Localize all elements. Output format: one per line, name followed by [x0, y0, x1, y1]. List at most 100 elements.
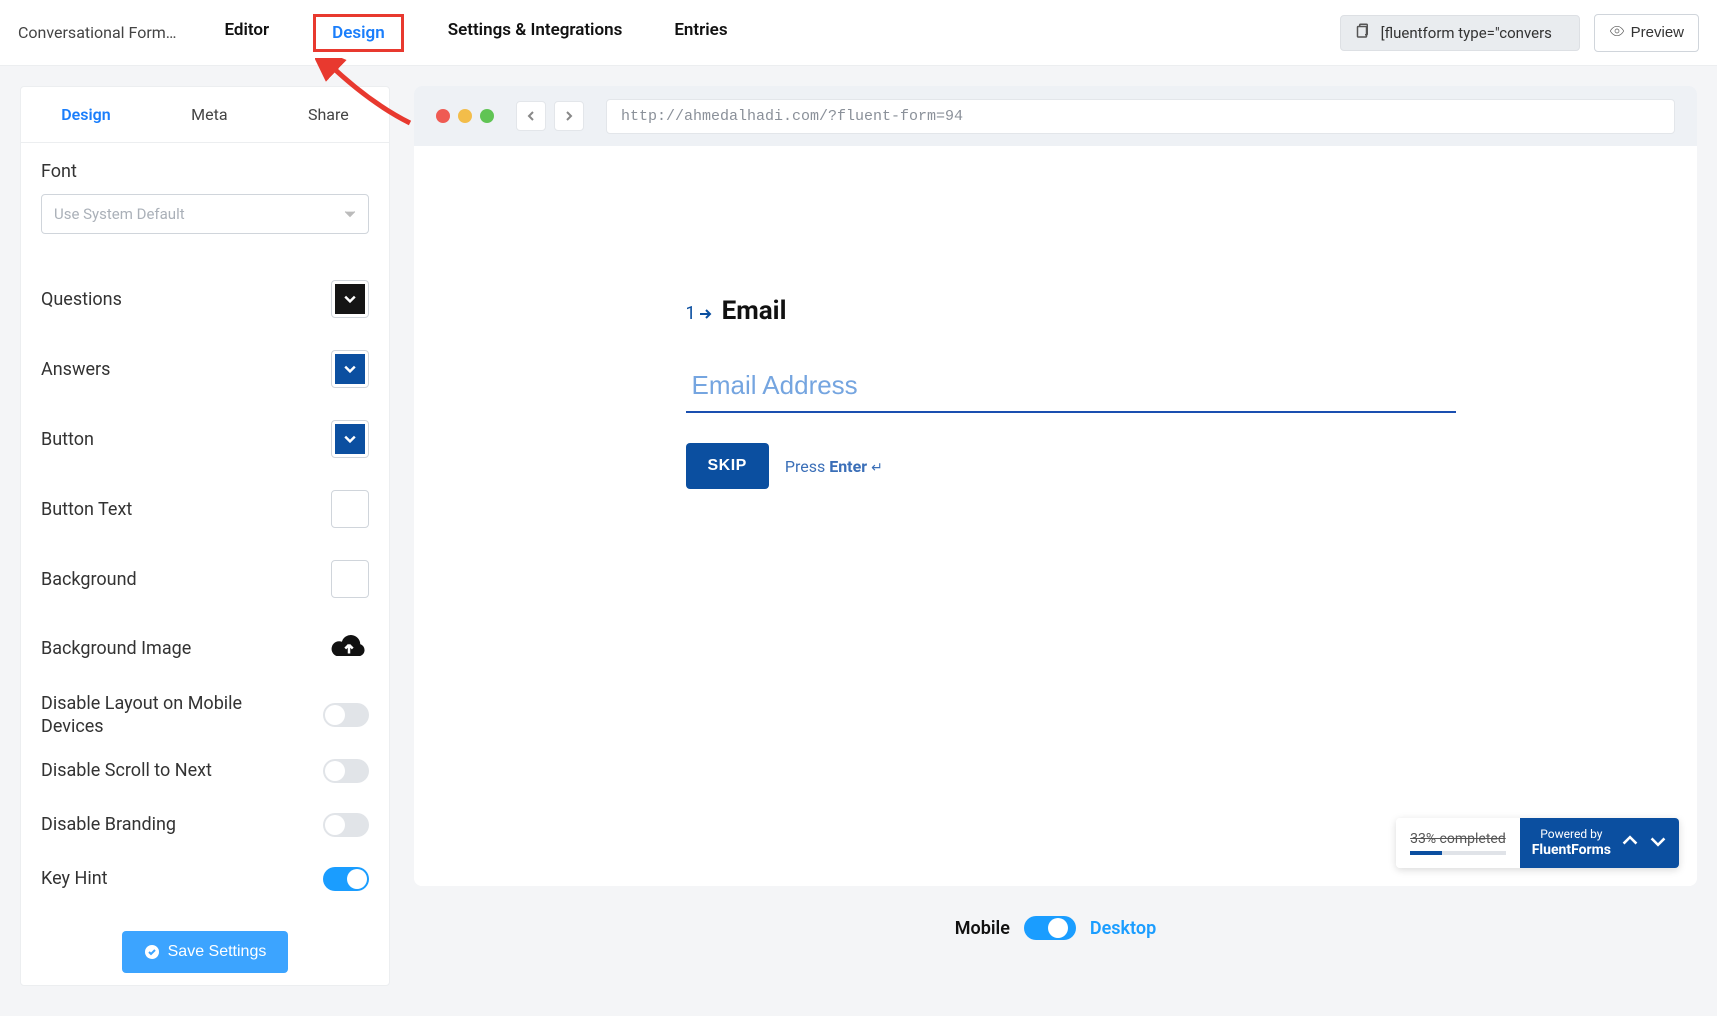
- question-number: 1: [686, 303, 712, 324]
- chevron-right-icon: [564, 111, 574, 121]
- chevron-down-icon: [1649, 832, 1667, 850]
- row-disable-branding: Disable Branding: [41, 793, 369, 847]
- swatch-questions[interactable]: [331, 280, 369, 318]
- minimize-icon: [458, 109, 472, 123]
- row-disable-scroll: Disable Scroll to Next: [41, 749, 369, 793]
- font-select[interactable]: Use System Default: [41, 194, 369, 234]
- toggle-disable-branding[interactable]: [323, 813, 369, 837]
- label-key-hint: Key Hint: [41, 868, 108, 889]
- prev-question-button[interactable]: [1621, 832, 1639, 854]
- sidebar-body: Font Use System Default Questions Answer…: [21, 143, 389, 985]
- chevron-down-icon: [344, 363, 356, 375]
- enter-label: Enter: [829, 457, 867, 476]
- copy-icon: [1353, 22, 1371, 44]
- chevron-down-icon: [344, 208, 356, 220]
- toggle-disable-scroll[interactable]: [323, 759, 369, 783]
- form-title: Conversational Form…: [18, 23, 177, 42]
- maximize-icon: [480, 109, 494, 123]
- email-field[interactable]: [686, 358, 1456, 413]
- arrow-right-icon: [698, 307, 712, 321]
- save-settings-button[interactable]: Save Settings: [122, 931, 289, 973]
- label-disable-scroll: Disable Scroll to Next: [41, 760, 212, 781]
- toggle-disable-mobile[interactable]: [323, 703, 369, 727]
- traffic-lights: [436, 109, 494, 123]
- progress-text: 33% completed: [1410, 831, 1506, 847]
- preview-button[interactable]: Preview: [1594, 14, 1699, 52]
- shortcode-text: [fluentform type="convers: [1381, 24, 1552, 42]
- enter-icon: ↵: [871, 460, 883, 476]
- chevron-left-icon: [526, 111, 536, 121]
- row-bg-image: Background Image: [41, 614, 369, 682]
- powered-small: Powered by: [1540, 827, 1602, 841]
- form-preview: 1 Email SKIP Press Enter↵: [414, 146, 1697, 886]
- check-circle-icon: [144, 944, 160, 960]
- font-select-value: Use System Default: [54, 205, 185, 223]
- sidetab-share[interactable]: Share: [308, 105, 349, 124]
- action-row: SKIP Press Enter↵: [686, 443, 1456, 489]
- address-bar[interactable]: http://ahmedalhadi.com/?fluent-form=94: [606, 99, 1675, 134]
- cloud-upload-icon: [329, 630, 369, 662]
- skip-button[interactable]: SKIP: [686, 443, 769, 489]
- label-disable-branding: Disable Branding: [41, 814, 176, 835]
- device-desktop-label: Desktop: [1090, 918, 1156, 939]
- powered-brand: FluentForms: [1532, 842, 1611, 859]
- topbar-right: [fluentform type="convers Preview: [1340, 14, 1699, 52]
- progress-bar-fill: [1410, 851, 1442, 855]
- swatch-background[interactable]: [331, 560, 369, 598]
- nav-back-button[interactable]: [516, 101, 546, 131]
- row-questions: Questions: [41, 264, 369, 334]
- row-disable-mobile: Disable Layout on Mobile Devices: [41, 682, 369, 749]
- toggle-key-hint[interactable]: [323, 867, 369, 891]
- powered-by: Powered by FluentForms: [1532, 827, 1611, 858]
- nav-forward-button[interactable]: [554, 101, 584, 131]
- label-disable-mobile: Disable Layout on Mobile Devices: [41, 692, 261, 739]
- label-button-text: Button Text: [41, 499, 132, 520]
- tab-entries[interactable]: Entries: [666, 14, 735, 52]
- topbar: Conversational Form… Editor Design Setti…: [0, 0, 1717, 66]
- progress-nav: Powered by FluentForms: [1520, 818, 1679, 868]
- row-button-text: Button Text: [41, 474, 369, 544]
- row-key-hint: Key Hint: [41, 847, 369, 901]
- design-sidebar: Design Meta Share Font Use System Defaul…: [20, 86, 390, 986]
- label-button: Button: [41, 429, 94, 450]
- question-number-value: 1: [686, 303, 696, 324]
- font-label: Font: [41, 161, 369, 182]
- label-questions: Questions: [41, 289, 122, 310]
- sidetab-design[interactable]: Design: [61, 105, 110, 124]
- row-button: Button: [41, 404, 369, 474]
- save-row: Save Settings: [41, 901, 369, 985]
- tab-editor[interactable]: Editor: [217, 14, 278, 52]
- device-switch: Mobile Desktop: [414, 916, 1697, 940]
- swatch-answers[interactable]: [331, 350, 369, 388]
- device-mobile-label: Mobile: [955, 918, 1010, 939]
- sidebar-tabs: Design Meta Share: [21, 87, 389, 143]
- next-question-button[interactable]: [1649, 832, 1667, 854]
- main: Design Meta Share Font Use System Defaul…: [0, 66, 1717, 1006]
- tab-settings[interactable]: Settings & Integrations: [440, 14, 631, 52]
- label-answers: Answers: [41, 359, 110, 380]
- close-icon: [436, 109, 450, 123]
- question-header: 1 Email: [686, 296, 1456, 326]
- progress-bar: [1410, 851, 1506, 855]
- form-wrap: 1 Email SKIP Press Enter↵: [656, 296, 1456, 489]
- progress-info: 33% completed: [1396, 818, 1520, 868]
- row-answers: Answers: [41, 334, 369, 404]
- swatch-button-text[interactable]: [331, 490, 369, 528]
- upload-bg-image[interactable]: [329, 630, 369, 666]
- label-bg-image: Background Image: [41, 638, 191, 659]
- tab-design[interactable]: Design: [313, 14, 404, 52]
- sidetab-meta[interactable]: Meta: [191, 105, 227, 124]
- row-background: Background: [41, 544, 369, 614]
- shortcode-box[interactable]: [fluentform type="convers: [1340, 15, 1580, 51]
- chevron-down-icon: [344, 293, 356, 305]
- press-enter-hint: Press Enter↵: [785, 457, 883, 476]
- preview-panel: http://ahmedalhadi.com/?fluent-form=94 1…: [414, 86, 1697, 986]
- swatch-button[interactable]: [331, 420, 369, 458]
- progress-widget: 33% completed Powered by FluentForms: [1396, 818, 1679, 868]
- preview-label: Preview: [1631, 24, 1684, 41]
- browser-chrome: http://ahmedalhadi.com/?fluent-form=94: [414, 86, 1697, 146]
- label-background: Background: [41, 569, 137, 590]
- question-label: Email: [722, 296, 787, 326]
- eye-icon: [1609, 23, 1625, 43]
- device-toggle[interactable]: [1024, 916, 1076, 940]
